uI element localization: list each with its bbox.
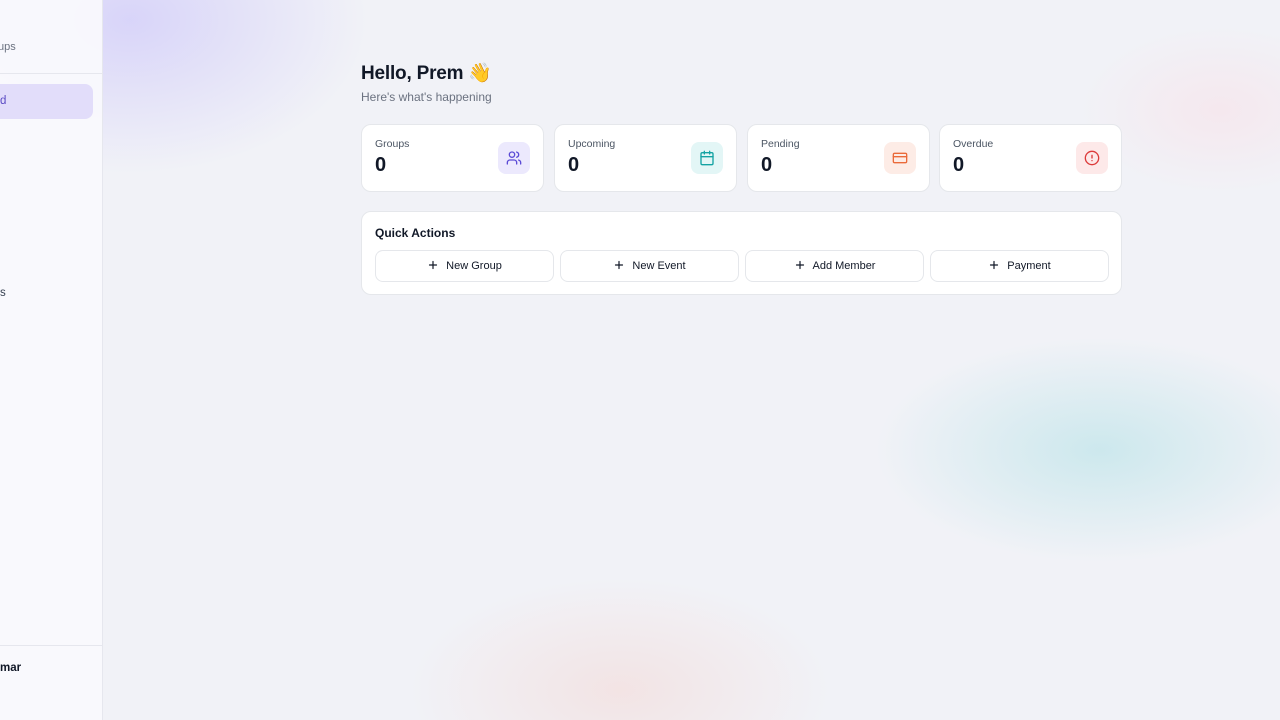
stat-value: 0 (953, 154, 965, 176)
stat-label: Groups (375, 138, 410, 150)
sidebar-item-label: s (0, 287, 6, 299)
quick-actions-panel: Quick Actions New Group New Event Add Me… (361, 211, 1122, 295)
sidebar-divider (0, 73, 102, 74)
button-label: New Event (632, 260, 686, 272)
stat-card-pending[interactable]: Pending 0 (747, 124, 930, 192)
users-icon (498, 142, 530, 174)
new-group-button[interactable]: New Group (375, 250, 554, 282)
payment-button[interactable]: Payment (930, 250, 1109, 282)
plus-icon (427, 259, 439, 273)
user-profile[interactable]: mar (0, 658, 21, 674)
stat-card-upcoming[interactable]: Upcoming 0 (554, 124, 737, 192)
brand-subtitle: ups (0, 41, 16, 53)
stat-label: Pending (761, 138, 800, 150)
sidebar-item-dashboard[interactable]: d (0, 84, 93, 119)
new-event-button[interactable]: New Event (560, 250, 739, 282)
sidebar-item[interactable]: s (0, 283, 6, 299)
stat-label: Upcoming (568, 138, 616, 150)
calendar-icon (691, 142, 723, 174)
plus-icon (988, 259, 1000, 273)
user-name: mar (0, 662, 22, 674)
stat-card-groups[interactable]: Groups 0 (361, 124, 544, 192)
alert-circle-icon (1076, 142, 1108, 174)
button-label: Payment (1007, 260, 1051, 272)
greeting: Hello, Prem 👋 Here's what's happening (361, 61, 492, 104)
sidebar-item-label: d (0, 95, 7, 107)
page-title: Hello, Prem 👋 (361, 63, 492, 84)
button-label: Add Member (812, 260, 876, 272)
button-label: New Group (446, 260, 502, 272)
add-member-button[interactable]: Add Member (745, 250, 924, 282)
stat-value: 0 (761, 154, 773, 176)
plus-icon (613, 259, 625, 273)
quick-actions-title: Quick Actions (375, 226, 456, 240)
stat-card-overdue[interactable]: Overdue 0 (939, 124, 1122, 192)
plus-icon (794, 259, 806, 273)
stat-value: 0 (375, 154, 387, 176)
sidebar-divider (0, 645, 102, 646)
page-subtitle: Here's what's happening (361, 90, 492, 104)
stat-label: Overdue (953, 138, 994, 150)
stat-value: 0 (568, 154, 580, 176)
credit-card-icon (884, 142, 916, 174)
sidebar: ups d s mar (0, 0, 103, 720)
